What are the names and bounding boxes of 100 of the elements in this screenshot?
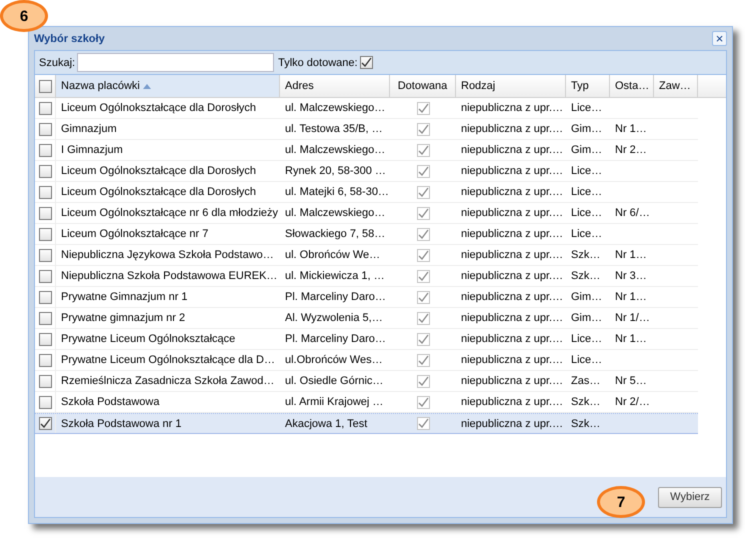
column-header[interactable]: Nazwa placówki [56, 75, 280, 97]
table-cell: Gim… [571, 291, 602, 303]
table-cell: Szk… [571, 249, 600, 261]
table-cell: Nr 1/… [615, 312, 650, 324]
table-row[interactable]: Niepubliczna Szkoła Podstawowa EUREK… ul. Mickiewicza 1, … niepubliczna z upr.… Szk… Nr 3… [35, 266, 698, 287]
window-title: Wybór szkoły [34, 32, 105, 44]
table-cell: niepubliczna z upr.… [461, 207, 564, 219]
table-cell: Liceum Ogólnokształcące dla Dorosłych [61, 165, 256, 177]
table-row[interactable]: Prywatne Liceum Ogólnokształcące Pl. Marceliny Daro… niepubliczna z upr.… Lice… Nr 1… [35, 329, 698, 350]
table-row[interactable]: Liceum Ogólnokształcące nr 7 Słowackiego 7, 58… niepubliczna z upr.… Lice… [35, 224, 698, 245]
table-cell: ul. Testowa 35/B, … [285, 123, 383, 135]
table-cell: niepubliczna z upr.… [461, 249, 564, 261]
row-checkbox[interactable] [38, 270, 52, 282]
row-checkbox[interactable] [38, 354, 52, 366]
table-cell: Lice… [571, 228, 602, 240]
table-cell: Rynek 20, 58-300 … [285, 165, 386, 177]
table-cell: Szkoła Podstawowa nr 1 [61, 418, 182, 430]
table-cell: ul. Mickiewicza 1, … [285, 270, 385, 282]
row-checkbox[interactable] [38, 290, 52, 304]
table-cell: Lice… [571, 102, 602, 114]
column-header[interactable]: Rodzaj [456, 75, 566, 97]
table-cell: Szkoła Podstawowa [61, 396, 160, 408]
table-cell: Lice… [571, 207, 602, 219]
table-cell: ul. Osiedle Górnic… [285, 375, 384, 387]
row-checkbox[interactable] [38, 186, 52, 198]
search-field[interactable] [77, 53, 274, 72]
table-cell: Zas… [571, 375, 600, 387]
table-cell: Lice… [571, 165, 602, 177]
select-all-checkbox[interactable] [38, 80, 52, 92]
table-cell: ul. Obrońców We… [285, 249, 380, 261]
table-cell: Akacjowa 1, Test [285, 418, 368, 430]
column-header[interactable]: Adres [280, 75, 390, 97]
row-checkbox[interactable] [38, 312, 52, 324]
table-row[interactable]: Liceum Ogólnokształcące nr 6 dla młodzieży ul. Malczewskiego… niepubliczna z upr.… Lice… Nr 6/… [35, 203, 698, 224]
table-cell: ul. Malczewskiego… [285, 102, 386, 114]
table-cell: ul. Malczewskiego… [285, 144, 386, 156]
table-cell: Pl. Marceliny Daro… [285, 333, 386, 345]
column-header[interactable]: Osta… [610, 75, 654, 97]
column-header[interactable]: Typ [566, 75, 610, 97]
table-cell: Nr 6/… [615, 207, 650, 219]
table-cell: niepubliczna z upr.… [461, 375, 564, 387]
table-cell: niepubliczna z upr.… [461, 144, 564, 156]
row-checkbox[interactable] [38, 206, 52, 220]
table-cell: Lice… [571, 354, 602, 366]
table-cell: Liceum Ogólnokształcące dla Dorosłych [61, 102, 256, 114]
table-cell: Pl. Marceliny Daro… [285, 291, 386, 303]
table-cell: ul.Obrońców Wes… [285, 354, 383, 366]
table-row[interactable]: Gimnazjum ul. Testowa 35/B, … niepubliczna z upr.… Gim… Nr 1… [35, 119, 698, 140]
table-row[interactable]: Szkoła Podstawowa nr 1 Akacjowa 1, Test niepubliczna z upr.… Szk… [35, 413, 698, 434]
row-checkbox[interactable] [38, 164, 52, 178]
table-cell: niepubliczna z upr.… [461, 396, 564, 408]
table-cell: Prywatne Liceum Ogólnokształcące dla D… [61, 354, 275, 366]
row-checkbox[interactable] [38, 102, 52, 114]
table-row[interactable]: Rzemieślnicza Zasadnicza Szkoła Zawod… ul. Osiedle Górnic… niepubliczna z upr.… Zas… Nr 5… [35, 371, 698, 392]
table-cell: Szk… [571, 396, 600, 408]
table-cell: Nr 1… [615, 123, 647, 135]
table-cell: Liceum Ogólnokształcące nr 7 [61, 228, 208, 240]
table-cell: Nr 1… [615, 291, 647, 303]
table-row[interactable]: Prywatne Gimnazjum nr 1 Pl. Marceliny Daro… niepubliczna z upr.… Gim… Nr 1… [35, 287, 698, 308]
sort-ascending-icon [142, 84, 151, 88]
table-cell: ul. Malczewskiego… [285, 207, 386, 219]
table-row[interactable]: Szkoła Podstawowa ul. Armii Krajowej … niepubliczna z upr.… Szk… Nr 2/… [35, 392, 698, 413]
table-row[interactable]: Niepubliczna Językowa Szkoła Podstawo… ul. Obrońców We… niepubliczna z upr.… Szk… Nr 1… [35, 245, 698, 266]
row-checkbox[interactable] [38, 122, 52, 136]
table-row[interactable]: Liceum Ogólnokształcące dla Dorosłych ul. Malczewskiego… niepubliczna z upr.… Lice… [35, 98, 698, 119]
table-cell: Prywatne gimnazjum nr 2 [61, 312, 186, 324]
table-cell: Niepubliczna Językowa Szkoła Podstawo… [61, 249, 274, 261]
table-cell: niepubliczna z upr.… [461, 123, 564, 135]
row-checkbox[interactable] [38, 396, 52, 408]
table-row[interactable]: Liceum Ogólnokształcące dla Dorosłych ul. Matejki 6, 58-30… niepubliczna z upr.… Lice… [35, 182, 698, 203]
table-cell: niepubliczna z upr.… [461, 354, 564, 366]
table-row[interactable]: Prywatne gimnazjum nr 2 Al. Wyzwolenia 5,… niepubliczna z upr.… Gim… Nr 1/… [35, 308, 698, 329]
select-button[interactable]: Wybierz [658, 486, 722, 508]
table-cell: I Gimnazjum [61, 144, 123, 156]
table-row[interactable]: Prywatne Liceum Ogólnokształcące dla D… ul.Obrońców Wes… niepubliczna z upr.… Lice… [35, 350, 698, 371]
table-cell: niepubliczna z upr.… [461, 102, 564, 114]
row-checkbox[interactable] [38, 332, 52, 346]
subsidized-only-checkbox[interactable] [360, 56, 373, 69]
row-checkbox[interactable] [38, 228, 52, 240]
table-row[interactable]: I Gimnazjum ul. Malczewskiego… niepubliczna z upr.… Gim… Nr 2… [35, 140, 698, 161]
table-cell: niepubliczna z upr.… [461, 418, 564, 430]
subsidized-only-label: Tylko dotowane: [278, 56, 358, 68]
row-checkbox[interactable] [38, 248, 52, 262]
row-checkbox[interactable] [38, 144, 52, 156]
table-cell: Lice… [571, 333, 602, 345]
close-button[interactable]: × [712, 31, 727, 46]
table-row[interactable]: Liceum Ogólnokształcące dla Dorosłych Rynek 20, 58-300 … niepubliczna z upr.… Lice… [35, 161, 698, 182]
table-cell: ul. Armii Krajowej … [285, 396, 384, 408]
row-checkbox[interactable] [38, 417, 52, 430]
table-cell: Niepubliczna Szkoła Podstawowa EUREK… [61, 270, 278, 282]
column-header[interactable]: Dotowana [390, 75, 456, 97]
step-callout: 6 [0, 0, 48, 32]
table-cell: Słowackiego 7, 58… [285, 228, 386, 240]
table-cell: niepubliczna z upr.… [461, 165, 564, 177]
row-checkbox[interactable] [38, 374, 52, 388]
table-cell: Nr 2… [615, 144, 647, 156]
table-cell: Nr 3… [615, 270, 647, 282]
table-cell: niepubliczna z upr.… [461, 291, 564, 303]
table-cell: Lice… [571, 186, 602, 198]
column-header[interactable]: Zaw… [654, 75, 698, 97]
